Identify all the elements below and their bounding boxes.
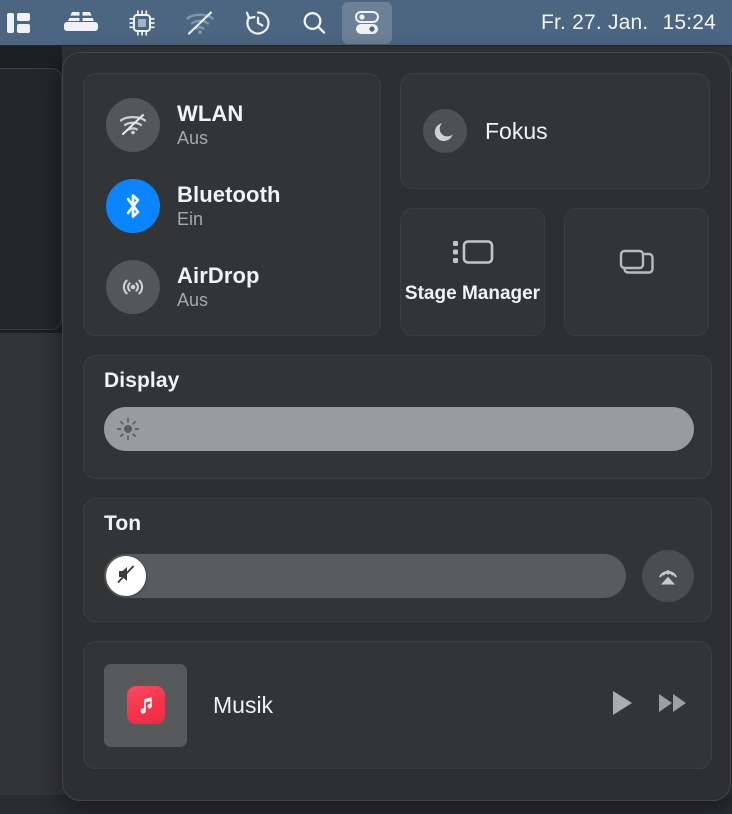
album-artwork — [104, 663, 187, 747]
menu-bar-date: Fr. 27. Jan. — [540, 10, 649, 34]
music-title: Musik — [213, 691, 274, 718]
toggle-bluetooth-status: Ein — [177, 209, 204, 229]
airplay-audio-button[interactable] — [642, 550, 694, 602]
connectivity-module: WLAN Aus Bluetooth Ein AirDrop Aus — [83, 73, 381, 336]
control-center-right-column: Fokus Stage Manager — [400, 73, 710, 336]
display-slider-fill — [104, 407, 694, 451]
speaker-mute-icon — [114, 562, 138, 591]
display-brightness-slider[interactable] — [104, 407, 694, 451]
menu-bar: Fr. 27. Jan. 15:24 — [0, 0, 732, 46]
sound-module: Ton — [83, 498, 712, 622]
sound-volume-slider[interactable] — [104, 554, 626, 598]
control-center-panel: WLAN Aus Bluetooth Ein AirDrop Aus Fokus… — [62, 52, 731, 801]
toggle-airdrop-label: AirDrop — [177, 263, 260, 288]
wifi-off-icon — [106, 98, 160, 152]
toggle-wlan-label: WLAN — [177, 101, 244, 126]
screen-mirroring-tile[interactable] — [564, 208, 709, 336]
screen: Fr. 27. Jan. 15:24 WLAN Aus Bluetooth Ei… — [0, 0, 732, 814]
toggle-airdrop-text: AirDrop Aus — [177, 263, 260, 311]
stage-manager-icon — [451, 238, 495, 271]
toggle-airdrop-status: Aus — [177, 290, 209, 310]
toggle-wlan-text: WLAN Aus — [177, 101, 243, 149]
wifi-off-icon[interactable] — [170, 0, 230, 46]
moon-icon — [423, 109, 467, 153]
play-icon[interactable] — [609, 688, 635, 723]
control-center-icon[interactable] — [342, 1, 392, 44]
sound-title: Ton — [104, 512, 142, 535]
stage-manager-tile[interactable]: Stage Manager — [400, 208, 545, 336]
toggle-bluetooth-label: Bluetooth — [177, 182, 281, 207]
sound-slider-row — [104, 550, 694, 602]
control-center-tiles: Stage Manager — [400, 208, 710, 336]
display-slider-row — [104, 407, 694, 451]
toggle-bluetooth[interactable]: Bluetooth Ein — [106, 179, 380, 233]
time-machine-icon[interactable] — [230, 0, 286, 46]
airdrop-icon — [106, 260, 160, 314]
music-module: Musik — [83, 641, 712, 769]
toggle-bluetooth-text: Bluetooth Ein — [177, 182, 281, 230]
airplay-audio-icon — [653, 559, 683, 594]
focus-label: Fokus — [485, 117, 548, 144]
sound-slider-knob[interactable] — [106, 556, 146, 596]
bluetooth-icon — [106, 179, 160, 233]
toggle-wlan[interactable]: WLAN Aus — [106, 98, 380, 152]
display-module: Display — [83, 355, 712, 479]
background-window — [0, 68, 62, 330]
music-controls — [609, 688, 689, 723]
toggle-airdrop[interactable]: AirDrop Aus — [106, 260, 380, 314]
menu-bar-clock[interactable]: Fr. 27. Jan. 15:24 — [541, 11, 720, 35]
focus-module[interactable]: Fokus — [400, 73, 710, 189]
disk-stack-icon[interactable] — [48, 0, 114, 46]
control-center-top-row: WLAN Aus Bluetooth Ein AirDrop Aus Fokus… — [83, 73, 710, 336]
menu-bar-time: 15:24 — [662, 10, 716, 34]
sidebar-layout-icon[interactable] — [0, 0, 48, 46]
stage-manager-label: Stage Manager — [404, 283, 541, 305]
toggle-wlan-status: Aus — [177, 128, 209, 148]
apple-music-icon — [126, 686, 165, 724]
cpu-chip-icon[interactable] — [114, 0, 170, 46]
search-icon[interactable] — [286, 0, 342, 46]
fast-forward-icon[interactable] — [657, 688, 689, 723]
screen-mirroring-icon — [615, 247, 659, 286]
display-title: Display — [104, 369, 180, 392]
brightness-sun-icon — [116, 417, 140, 441]
